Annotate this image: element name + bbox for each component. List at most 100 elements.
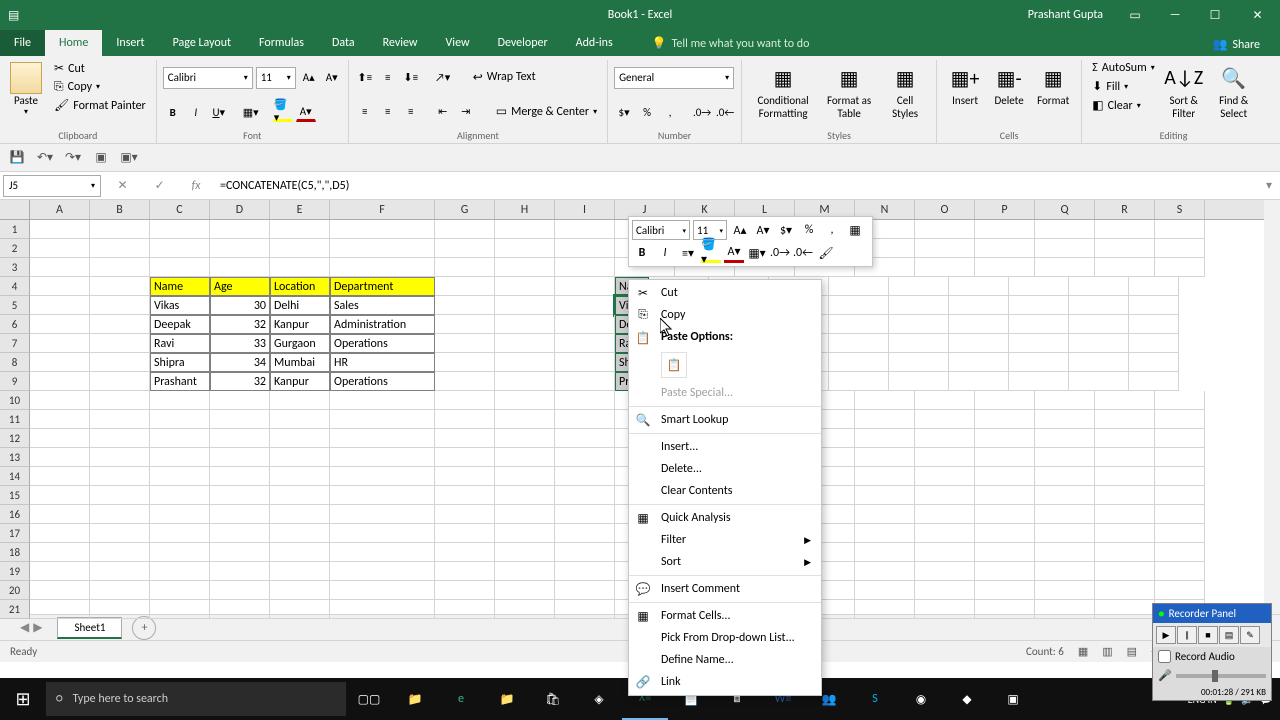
fill-color-button[interactable]: 🪣▾	[273, 102, 293, 122]
cell-N17[interactable]	[855, 524, 915, 543]
align-left-icon[interactable]: ≡	[355, 102, 375, 122]
cell-R9[interactable]	[1069, 372, 1129, 391]
font-size-select[interactable]: 11▾	[256, 67, 296, 89]
cell-R11[interactable]	[1095, 410, 1155, 429]
format-as-table-button[interactable]: ▦Format as Table	[818, 60, 880, 122]
task-app-icon[interactable]: ◆	[944, 678, 990, 720]
minimize-button[interactable]: —	[1155, 0, 1195, 30]
cell-Q21[interactable]	[1035, 600, 1095, 619]
cell-Q20[interactable]	[1035, 581, 1095, 600]
sheet-tab-1[interactable]: Sheet1	[57, 617, 122, 639]
font-name-select[interactable]: Calibri▾	[163, 67, 253, 89]
cell-N9[interactable]	[829, 372, 889, 391]
cell-Q15[interactable]	[1035, 486, 1095, 505]
name-box[interactable]: J5▾	[3, 175, 101, 197]
cell-A8[interactable]	[30, 353, 90, 372]
cell-H1[interactable]	[495, 220, 555, 239]
col-header-G[interactable]: G	[435, 200, 495, 219]
ctx-define-name[interactable]: Define Name...	[629, 649, 821, 671]
task-skype-icon[interactable]: S	[852, 678, 898, 720]
cell-F1[interactable]	[330, 220, 435, 239]
user-name[interactable]: Prashant Gupta	[1016, 8, 1115, 22]
col-header-P[interactable]: P	[975, 200, 1035, 219]
cell-O1[interactable]	[915, 220, 975, 239]
cell-S9[interactable]	[1129, 372, 1179, 391]
cell-R20[interactable]	[1095, 581, 1155, 600]
cell-S5[interactable]	[1129, 296, 1179, 315]
cell-P5[interactable]	[949, 296, 1009, 315]
cell-H13[interactable]	[495, 448, 555, 467]
ctx-copy[interactable]: ⎘Copy	[629, 304, 821, 326]
cell-D5[interactable]: 30	[210, 296, 270, 315]
cell-A20[interactable]	[30, 581, 90, 600]
cell-D18[interactable]	[210, 543, 270, 562]
cell-E13[interactable]	[270, 448, 330, 467]
cell-E14[interactable]	[270, 467, 330, 486]
cell-D4[interactable]: Age	[210, 277, 270, 296]
cell-D13[interactable]	[210, 448, 270, 467]
cell-S13[interactable]	[1155, 448, 1205, 467]
cell-G5[interactable]	[435, 296, 495, 315]
cell-A14[interactable]	[30, 467, 90, 486]
rec-play-button[interactable]: ▶	[1156, 626, 1176, 644]
delete-cells-button[interactable]: ▦-Delete	[987, 60, 1031, 109]
decrease-font-icon[interactable]: A▾	[322, 68, 342, 88]
tab-page-layout[interactable]: Page Layout	[159, 30, 245, 56]
cell-P9[interactable]	[949, 372, 1009, 391]
cell-E9[interactable]: Kanpur	[270, 372, 330, 391]
rec-opt2-button[interactable]: ✎	[1240, 626, 1260, 644]
increase-decimal-icon[interactable]: .0→	[692, 102, 712, 122]
cell-P15[interactable]	[975, 486, 1035, 505]
cell-H4[interactable]	[495, 277, 555, 296]
cell-C4[interactable]: Name	[150, 277, 210, 296]
paste-default-icon[interactable]: 📋	[661, 352, 687, 378]
cell-G4[interactable]	[435, 277, 495, 296]
mini-borders-icon[interactable]: ▦▾	[747, 243, 767, 263]
cell-I18[interactable]	[555, 543, 615, 562]
col-header-B[interactable]: B	[90, 200, 150, 219]
cell-O8[interactable]	[889, 353, 949, 372]
cell-E3[interactable]	[270, 258, 330, 277]
ctx-quick-analysis[interactable]: ▦Quick Analysis	[629, 507, 821, 529]
mini-align-icon[interactable]: ≡▾	[678, 243, 698, 263]
volume-slider[interactable]	[1176, 674, 1266, 678]
cell-B2[interactable]	[90, 239, 150, 258]
cell-H11[interactable]	[495, 410, 555, 429]
number-format-select[interactable]: General▾	[614, 67, 734, 89]
align-top-icon[interactable]: ⬆≡	[355, 67, 375, 87]
cell-G1[interactable]	[435, 220, 495, 239]
cell-E15[interactable]	[270, 486, 330, 505]
cell-F21[interactable]	[330, 600, 435, 619]
cell-Q5[interactable]	[1009, 296, 1069, 315]
cell-C18[interactable]	[150, 543, 210, 562]
cell-B16[interactable]	[90, 505, 150, 524]
col-header-H[interactable]: H	[495, 200, 555, 219]
cell-H7[interactable]	[495, 334, 555, 353]
cell-P3[interactable]	[975, 258, 1035, 277]
copy-button[interactable]: ⎘Copy▾	[50, 79, 150, 95]
cell-R14[interactable]	[1095, 467, 1155, 486]
cell-S17[interactable]	[1155, 524, 1205, 543]
col-header-C[interactable]: C	[150, 200, 210, 219]
cell-E11[interactable]	[270, 410, 330, 429]
cell-D3[interactable]	[210, 258, 270, 277]
cell-E5[interactable]: Delhi	[270, 296, 330, 315]
cell-E19[interactable]	[270, 562, 330, 581]
cell-C7[interactable]: Ravi	[150, 334, 210, 353]
mini-decimal-dec-icon[interactable]: .0←	[793, 243, 813, 263]
cell-I16[interactable]	[555, 505, 615, 524]
cell-P1[interactable]	[975, 220, 1035, 239]
cell-R2[interactable]	[1095, 239, 1155, 258]
task-explorer2-icon[interactable]: 📁	[484, 678, 530, 720]
merge-center-button[interactable]: ▭Merge & Center▾	[492, 103, 601, 120]
col-header-E[interactable]: E	[270, 200, 330, 219]
row-header-20[interactable]: 20	[0, 581, 30, 600]
cell-N6[interactable]	[829, 315, 889, 334]
cell-F14[interactable]	[330, 467, 435, 486]
col-header-R[interactable]: R	[1095, 200, 1155, 219]
cell-S12[interactable]	[1155, 429, 1205, 448]
mini-decrease-font-icon[interactable]: A▾	[753, 220, 773, 240]
cell-I14[interactable]	[555, 467, 615, 486]
cell-G17[interactable]	[435, 524, 495, 543]
qat-icon-2[interactable]: ▣▾	[118, 147, 140, 169]
